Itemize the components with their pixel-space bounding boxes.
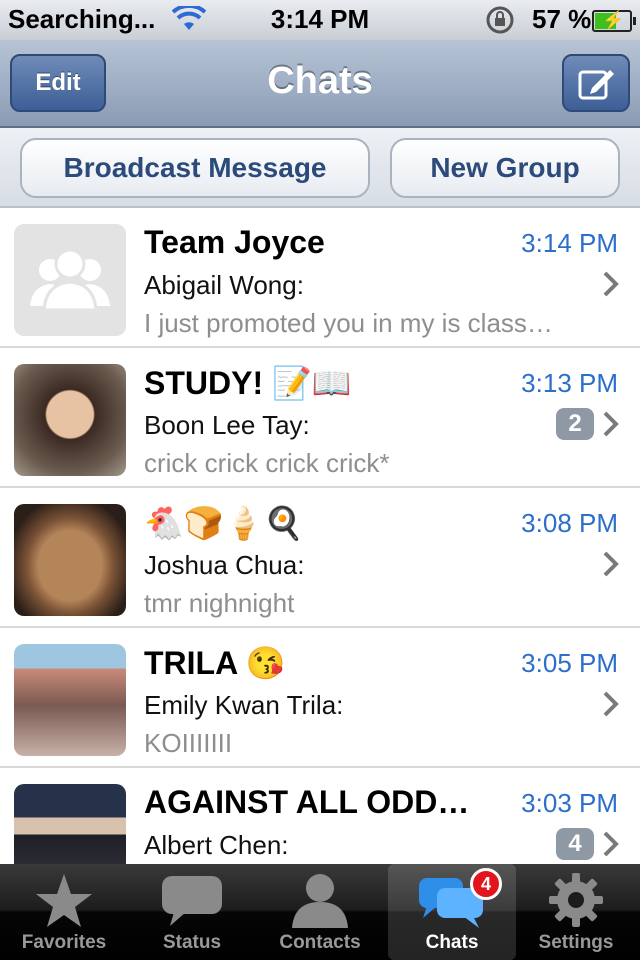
tab-favorites[interactable]: Favorites: [0, 864, 128, 960]
navigation-bar: Edit Chats: [0, 40, 640, 128]
page-title: Chats: [267, 60, 373, 102]
chat-row[interactable]: STUDY! 📝📖 3:13 PM Boon Lee Tay: crick cr…: [0, 348, 640, 488]
chat-time: 3:05 PM: [521, 648, 618, 678]
chat-avatar-photo: [14, 364, 126, 476]
chevron-right-icon: [603, 551, 619, 577]
chat-name: 🐔🍞🍦🍳: [144, 505, 304, 541]
tab-label: Favorites: [21, 932, 107, 953]
chat-name: AGAINST ALL ODD…: [144, 784, 470, 820]
chat-preview: tmr nighnight: [144, 588, 295, 618]
broadcast-message-button[interactable]: Broadcast Message: [20, 138, 370, 198]
chat-preview: crick crick crick crick*: [144, 448, 390, 478]
chevron-right-icon: [603, 691, 619, 717]
chat-preview: KOIIIIIII: [144, 728, 233, 758]
group-avatar-placeholder: [14, 224, 126, 336]
compose-button[interactable]: [562, 54, 630, 112]
chat-avatar-photo: [14, 504, 126, 616]
tab-chats[interactable]: 4 Chats: [388, 864, 516, 960]
chat-time: 3:03 PM: [521, 788, 618, 818]
battery-icon: ⚡: [592, 10, 636, 32]
rotation-lock-icon: [484, 5, 516, 40]
chat-name: STUDY! 📝📖: [144, 365, 352, 401]
chat-row[interactable]: Team Joyce 3:14 PM Abigail Wong: I just …: [0, 208, 640, 348]
unread-count-badge: 2: [556, 408, 594, 440]
chat-row[interactable]: TRILA 😘 3:05 PM Emily Kwan Trila: KOIIII…: [0, 628, 640, 768]
chats-unread-badge: 4: [470, 868, 502, 900]
chat-avatar-photo: [14, 644, 126, 756]
chat-row[interactable]: AGAINST ALL ODD… 3:03 PM Albert Chen: 4: [0, 768, 640, 864]
chevron-right-icon: [603, 411, 619, 437]
chat-sender: Emily Kwan Trila:: [144, 690, 344, 720]
compose-icon: [578, 70, 614, 100]
tab-status[interactable]: Status: [128, 864, 256, 960]
speech-bubble-icon: [162, 876, 222, 926]
person-icon: [292, 874, 348, 928]
new-group-button[interactable]: New Group: [390, 138, 620, 198]
chat-name: Team Joyce: [144, 224, 325, 260]
tab-bar: Favorites Status Contacts 4 Chats Settin…: [0, 864, 640, 960]
chat-sender: Joshua Chua:: [144, 550, 305, 580]
chat-list: Team Joyce 3:14 PM Abigail Wong: I just …: [0, 208, 640, 864]
chat-sender: Abigail Wong:: [144, 270, 304, 300]
chat-time: 3:13 PM: [521, 368, 618, 398]
chat-row[interactable]: 🐔🍞🍦🍳 3:08 PM Joshua Chua: tmr nighnight: [0, 488, 640, 628]
chat-name: TRILA 😘: [144, 645, 286, 681]
tab-label: Settings: [538, 932, 614, 953]
battery-percent: 57 %: [532, 4, 592, 34]
status-bar: Searching... 3:14 PM 57 % ⚡: [0, 0, 640, 40]
tab-label: Contacts: [279, 932, 361, 953]
chevron-right-icon: [603, 831, 619, 857]
star-icon: [36, 874, 92, 927]
chevron-right-icon: [603, 271, 619, 297]
chat-sender: Boon Lee Tay:: [144, 410, 310, 440]
unread-count-badge: 4: [556, 828, 594, 860]
chat-time: 3:14 PM: [521, 228, 618, 258]
charging-bolt-icon: ⚡: [602, 10, 625, 30]
gear-icon: [549, 873, 603, 927]
chat-time: 3:08 PM: [521, 508, 618, 538]
chat-avatar-photo: [14, 784, 126, 864]
tab-label: Status: [162, 932, 222, 953]
chat-actions-bar: Broadcast Message New Group: [0, 128, 640, 208]
chat-preview: I just promoted you in my is class…: [144, 308, 553, 338]
tab-label: Chats: [425, 932, 479, 953]
tab-settings[interactable]: Settings: [512, 864, 640, 960]
tab-contacts[interactable]: Contacts: [256, 864, 384, 960]
chat-sender: Albert Chen:: [144, 830, 289, 860]
